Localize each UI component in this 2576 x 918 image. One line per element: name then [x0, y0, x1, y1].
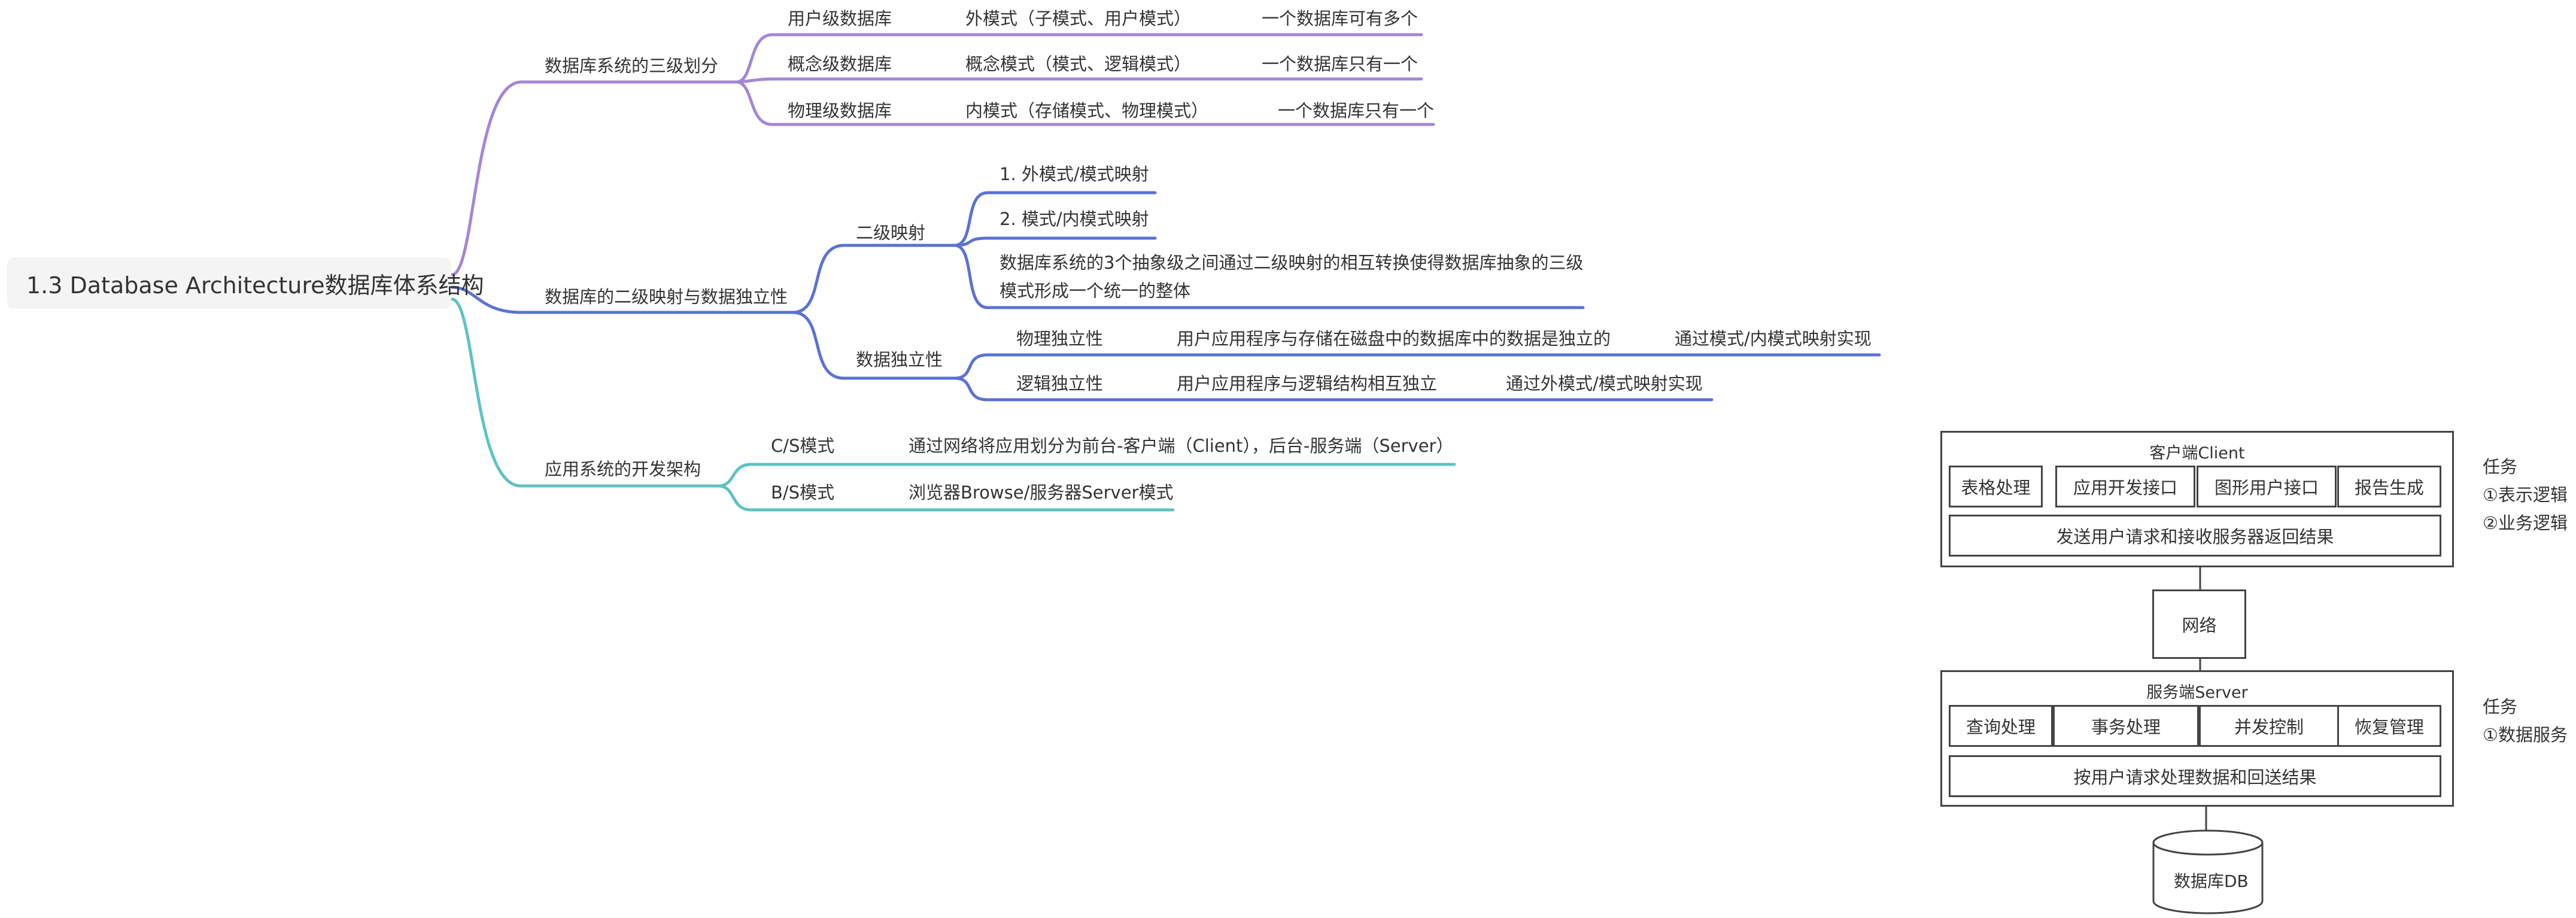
client-title: 客户端Client: [2149, 444, 2245, 463]
client-task-1: ①表示逻辑: [2483, 485, 2568, 505]
client-module-report: 报告生成: [2337, 466, 2441, 507]
server-module-query: 查询处理: [1949, 705, 2053, 747]
server-module-recovery: 恢复管理: [2337, 705, 2441, 747]
database-label: 数据库DB: [2174, 871, 2249, 891]
server-module-concurrency: 并发控制: [2199, 705, 2339, 747]
server-task-title: 任务: [2483, 697, 2518, 717]
server-bar: 按用户请求处理数据和回送结果: [1949, 755, 2441, 797]
client-task-title: 任务: [2483, 457, 2518, 477]
client-module-api: 应用开发接口: [2055, 466, 2195, 507]
server-title: 服务端Server: [2146, 683, 2248, 702]
server-task-1: ①数据服务: [2483, 725, 2568, 745]
network-box: 网络: [2152, 589, 2246, 659]
server-tasks: 任务 ①数据服务: [2483, 693, 2568, 749]
client-task-2: ②业务逻辑: [2483, 513, 2568, 533]
client-tasks: 任务 ①表示逻辑 ②业务逻辑: [2483, 453, 2568, 537]
server-module-transaction: 事务处理: [2053, 705, 2199, 747]
client-module-table: 表格处理: [1949, 466, 2043, 507]
client-module-gui: 图形用户接口: [2197, 466, 2337, 507]
client-bar: 发送用户请求和接收服务器返回结果: [1949, 515, 2441, 557]
